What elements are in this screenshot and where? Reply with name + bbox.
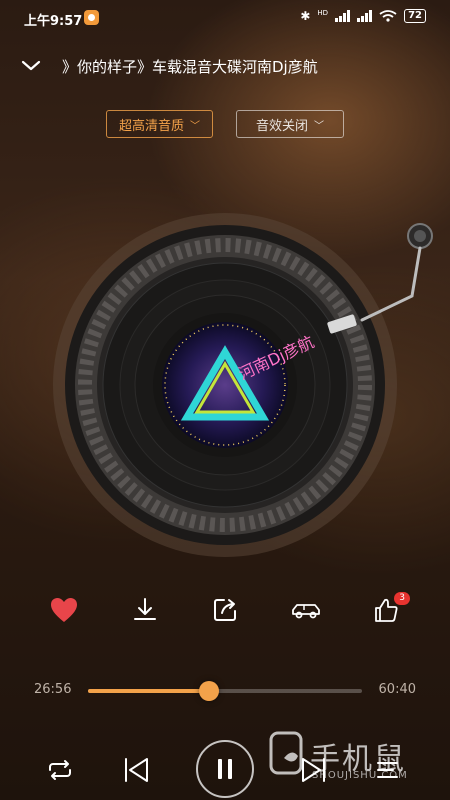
progress-fill [88, 689, 209, 693]
share-icon [214, 599, 236, 621]
sound-effect-label: 音效关闭 [255, 118, 308, 134]
sound-quality-dropdown[interactable]: 超高清音质 ﹀ [106, 110, 213, 138]
song-title: 》你的样子》车载混音大碟河南Dj彦航 [62, 58, 318, 76]
previous-button[interactable] [118, 752, 154, 788]
download-button[interactable] [125, 590, 165, 630]
sound-quality-label: 超高清音质 [118, 118, 184, 134]
album-art [162, 322, 288, 448]
progress-row: 26:56 60:40 [0, 680, 450, 701]
progress-thumb[interactable] [198, 681, 219, 701]
repeat-icon [49, 760, 71, 780]
player-header: 》你的样子》车载混音大碟河南Dj彦航 [0, 48, 450, 84]
total-time: 60:40 [378, 682, 416, 697]
watermark-logo-icon [269, 731, 303, 775]
repeat-button[interactable] [44, 754, 76, 786]
chevron-down-icon[interactable] [20, 54, 42, 76]
pause-icon [218, 759, 232, 779]
wifi-icon [379, 10, 397, 22]
like-button[interactable] [44, 590, 84, 630]
watermark: 手机鼠 SHOUJISHU.COM [268, 730, 438, 790]
pause-button[interactable] [196, 740, 254, 798]
heart-icon [51, 598, 77, 622]
chevron-down-icon: ﹀ [314, 120, 324, 132]
app-notification-icon [84, 10, 99, 25]
network-type-label: HD [317, 8, 329, 17]
tonearm [327, 223, 433, 334]
battery-indicator: 72 [404, 9, 426, 23]
signal-icon-2 [357, 10, 373, 22]
status-bar: 上午9:57 ✱ HD 72 [0, 0, 450, 36]
sound-effect-dropdown[interactable]: 音效关闭 ﹀ [236, 110, 344, 138]
bluetooth-icon: ✱ [300, 9, 311, 23]
car-icon [292, 604, 320, 619]
thumbs-up-button[interactable]: 3 [366, 590, 410, 630]
action-row: 3 [0, 590, 450, 634]
current-time: 26:56 [34, 682, 72, 697]
download-icon [134, 598, 156, 620]
like-count-badge: 3 [394, 592, 410, 605]
car-mode-button[interactable] [286, 590, 326, 630]
signal-icon [335, 10, 351, 22]
status-time: 上午9:57 [24, 14, 83, 29]
share-button[interactable] [205, 590, 245, 630]
chevron-down-icon: ﹀ [190, 120, 200, 132]
previous-icon [125, 758, 148, 782]
progress-track[interactable] [88, 681, 362, 701]
status-icons: ✱ HD 72 [300, 9, 426, 23]
watermark-subtext: SHOUJISHU.COM [312, 770, 408, 781]
